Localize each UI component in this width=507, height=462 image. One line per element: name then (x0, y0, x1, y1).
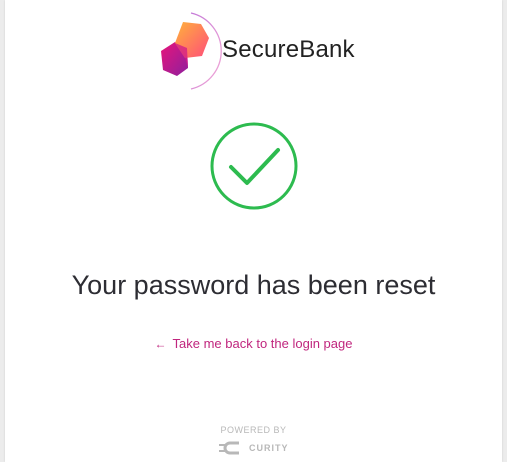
back-to-login-link[interactable]: ← Take me back to the login page (5, 336, 502, 351)
brand-name: SecureBank (222, 36, 355, 63)
password-reset-card: SecureBank Your password has been reset … (5, 0, 502, 462)
securebank-logo: SecureBank (155, 10, 375, 92)
powered-by-label: POWERED BY (220, 425, 287, 435)
arrow-left-icon: ← (154, 337, 167, 351)
check-circle-icon (210, 122, 298, 210)
back-to-login-label: Take me back to the login page (172, 336, 353, 351)
curity-name: CURITY (249, 443, 289, 453)
curity-logo: CURITY (219, 440, 289, 456)
curity-logo-icon (219, 441, 239, 455)
page-title: Your password has been reset (71, 270, 436, 300)
